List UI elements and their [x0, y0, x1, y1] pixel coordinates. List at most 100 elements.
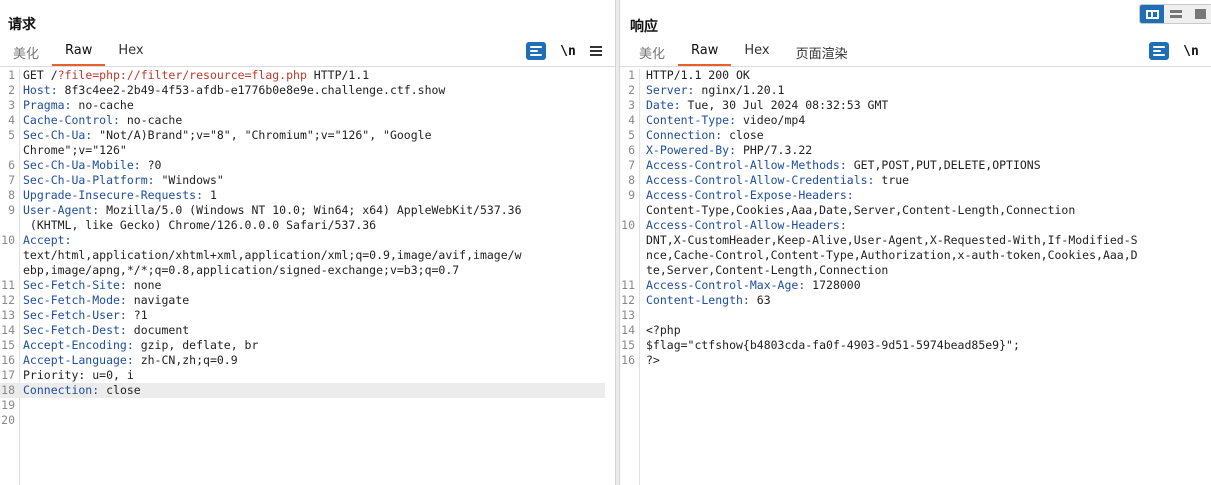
line-text: Accept:	[23, 233, 71, 248]
request-line: 8 Upgrade-Insecure-Requests: 1	[0, 188, 605, 203]
line-value: navigate	[126, 293, 190, 307]
line-text: Sec-Ch-Ua-Mobile: ?0	[23, 158, 161, 173]
line-number: 15	[621, 338, 635, 352]
line-value: ?1	[126, 308, 148, 322]
tab-response-hex[interactable]: Hex	[731, 40, 782, 66]
tab-response-raw[interactable]: Raw	[678, 40, 732, 66]
header-name: Access-Control-Allow-Methods:	[646, 158, 847, 172]
line-value: close	[722, 128, 764, 142]
tab-response-render[interactable]: 页面渲染	[783, 40, 861, 66]
response-line: 5 Connection: close	[620, 128, 1211, 143]
line-number: 1	[8, 68, 15, 82]
line-number: 16	[1, 353, 15, 367]
request-line: 18 Connection: close	[0, 383, 605, 398]
tab-response-pretty[interactable]: 美化	[626, 40, 678, 66]
tab-request-raw[interactable]: Raw	[52, 40, 106, 66]
response-line: 10 Access-Control-Allow-Headers:	[620, 218, 1211, 233]
header-name: Connection:	[23, 383, 100, 397]
line-text: Accept-Encoding: gzip, deflate, br	[23, 338, 258, 353]
show-newlines-button[interactable]: \n	[556, 44, 580, 59]
line-value: 8f3c4ee2-2b49-4f53-afdb-e1776b0e8e9e.cha…	[57, 83, 446, 97]
show-newlines-button[interactable]: \n	[1179, 44, 1203, 59]
request-line: 19	[0, 398, 605, 413]
line-text: nce,Cache-Control,Content-Type,Authoriza…	[646, 248, 1138, 263]
line-number: 19	[1, 398, 15, 412]
line-value: none	[126, 278, 162, 292]
line-value: HTTP/1.1 200 OK	[646, 68, 750, 82]
line-text: $flag="ctfshow{b4803cda-fa0f-4903-9d51-5…	[646, 338, 1020, 353]
line-text: Content-Type: video/mp4	[646, 113, 805, 128]
menu-icon[interactable]	[590, 46, 602, 56]
request-line: 15 Accept-Encoding: gzip, deflate, br	[0, 338, 605, 353]
line-number: 8	[628, 173, 635, 187]
line-text: DNT,X-CustomHeader,Keep-Alive,User-Agent…	[646, 233, 1138, 248]
line-text: Access-Control-Expose-Headers:	[646, 188, 854, 203]
line-text: Access-Control-Max-Age: 1728000	[646, 278, 861, 293]
line-text: Server: nginx/1.20.1	[646, 83, 784, 98]
line-number: 12	[1, 293, 15, 307]
wrap-lines-icon[interactable]	[526, 42, 546, 60]
single-view-icon[interactable]	[1188, 5, 1211, 23]
line-text: Access-Control-Allow-Credentials: true	[646, 173, 909, 188]
line-value: Mozilla/5.0 (Windows NT 10.0; Win64; x64…	[99, 203, 522, 217]
split-view-icon[interactable]	[1140, 5, 1164, 23]
line-number: 14	[1, 323, 15, 337]
line-number: 17	[1, 368, 15, 382]
tab-request-hex[interactable]: Hex	[105, 40, 156, 66]
wrap-lines-icon[interactable]	[1149, 42, 1169, 60]
line-text: Sec-Fetch-Mode: navigate	[23, 293, 189, 308]
line-text: Host: 8f3c4ee2-2b49-4f53-afdb-e1776b0e8e…	[23, 83, 445, 98]
line-number: 8	[8, 188, 15, 202]
line-value: (KHTML, like Gecko) Chrome/126.0.0.0 Saf…	[23, 218, 377, 232]
header-name: Sec-Ch-Ua-Platform:	[23, 173, 155, 187]
line-value: 1	[203, 188, 217, 202]
line-value: <?php	[646, 323, 681, 337]
request-line: 17 Priority: u=0, i	[0, 368, 605, 383]
line-text: Connection: close	[646, 128, 764, 143]
line-text: (KHTML, like Gecko) Chrome/126.0.0.0 Saf…	[23, 218, 376, 233]
response-line: 14 <?php	[620, 323, 1211, 338]
line-value: GET /	[23, 68, 58, 82]
header-name: Content-Type:	[646, 113, 737, 127]
request-line: 1 GET /?file=php://filter/resource=flag.p…	[0, 68, 605, 83]
line-value: true	[874, 173, 910, 187]
line-number: 10	[621, 218, 635, 232]
response-editor[interactable]: 1 HTTP/1.1 200 OK 2 Server: nginx/1.20.1 3 Da…	[620, 66, 1211, 485]
line-text: Sec-Fetch-Dest: document	[23, 323, 189, 338]
line-value: GET,POST,PUT,DELETE,OPTIONS	[846, 158, 1041, 172]
response-tabs: 美化 Raw Hex 页面渲染	[626, 40, 861, 66]
line-value: nginx/1.20.1	[694, 83, 785, 97]
line-value: no-cache	[119, 113, 183, 127]
line-value: "Not/A)Brand";v="8", "Chromium";v="126",…	[92, 128, 432, 142]
line-text: Sec-Ch-Ua-Platform: "Windows"	[23, 173, 224, 188]
header-name: Server:	[646, 83, 695, 97]
line-number: 14	[621, 323, 635, 337]
line-value: zh-CN,zh;q=0.9	[133, 353, 238, 367]
header-name: Sec-Ch-Ua:	[23, 128, 93, 142]
request-line: 3 Pragma: no-cache	[0, 98, 605, 113]
line-value: document	[126, 323, 190, 337]
line-text: Cache-Control: no-cache	[23, 113, 182, 128]
response-line: 6 X-Powered-By: PHP/7.3.22	[620, 143, 1211, 158]
header-name: Access-Control-Max-Age:	[646, 278, 806, 292]
request-tools: \n	[526, 42, 602, 60]
line-value: HTTP/1.1	[306, 68, 370, 82]
line-number: 2	[8, 83, 15, 97]
response-line: 12 Content-Length: 63	[620, 293, 1211, 308]
line-number: 13	[621, 308, 635, 322]
line-value: text/html,application/xhtml+xml,applicat…	[23, 248, 522, 262]
response-line: te,Server,Content-Length,Connection	[620, 263, 1211, 278]
line-number: 5	[8, 128, 15, 142]
header-name: Access-Control-Allow-Credentials:	[646, 173, 875, 187]
line-number: 2	[628, 83, 635, 97]
response-line: 9 Access-Control-Expose-Headers:	[620, 188, 1211, 203]
line-text: HTTP/1.1 200 OK	[646, 68, 750, 83]
view-layout-toggle	[1139, 4, 1211, 24]
response-line: 16 ?>	[620, 353, 1211, 368]
stacked-view-icon[interactable]	[1164, 5, 1188, 23]
tab-request-pretty[interactable]: 美化	[0, 40, 52, 66]
response-line: Content-Type,Cookies,Aaa,Date,Server,Con…	[620, 203, 1211, 218]
request-editor[interactable]: 1 GET /?file=php://filter/resource=flag.p…	[0, 66, 615, 485]
header-name: Sec-Ch-Ua-Mobile:	[23, 158, 141, 172]
line-text: User-Agent: Mozilla/5.0 (Windows NT 10.0…	[23, 203, 522, 218]
